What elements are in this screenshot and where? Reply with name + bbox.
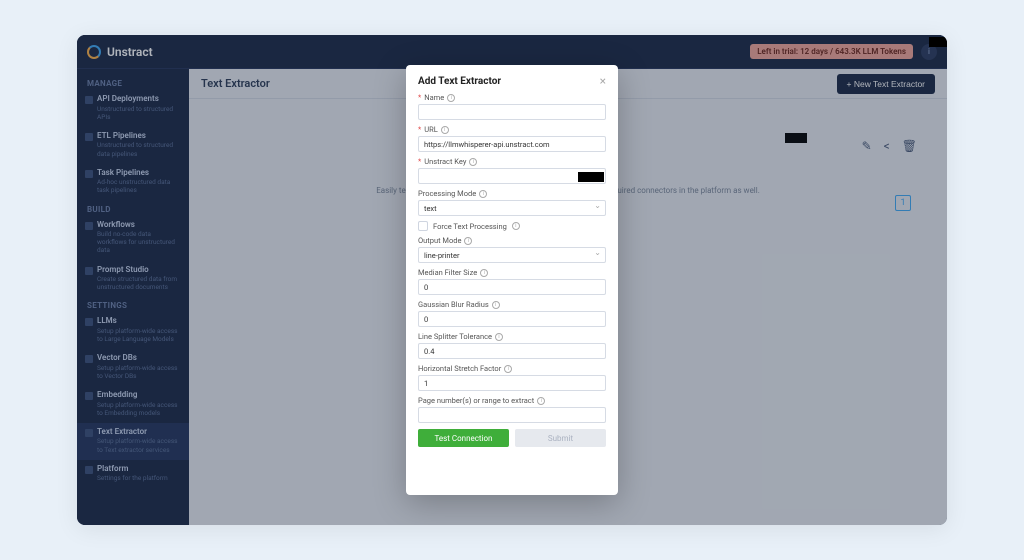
median-input[interactable] <box>418 279 606 295</box>
label: Name <box>424 93 444 102</box>
output-mode-select[interactable] <box>418 247 606 263</box>
info-icon[interactable]: i <box>441 126 449 134</box>
line-tolerance-input[interactable] <box>418 343 606 359</box>
test-connection-button[interactable]: Test Connection <box>418 429 509 447</box>
label: Output Mode <box>418 236 461 245</box>
info-icon[interactable]: i <box>479 190 487 198</box>
modal-head: Add Text Extractor × <box>418 75 606 87</box>
label: Gaussian Blur Radius <box>418 300 489 309</box>
submit-button: Submit <box>515 429 606 447</box>
hstretch-input[interactable] <box>418 375 606 391</box>
close-icon[interactable]: × <box>600 75 606 87</box>
url-input[interactable] <box>418 136 606 152</box>
gaussian-input[interactable] <box>418 311 606 327</box>
info-icon[interactable]: i <box>495 333 503 341</box>
redacted <box>929 37 947 47</box>
label: Force Text Processing <box>433 222 507 231</box>
redacted <box>578 172 604 182</box>
field-pages: Page number(s) or range to extracti <box>418 396 606 423</box>
processing-mode-select[interactable] <box>418 200 606 216</box>
force-text-checkbox[interactable] <box>418 221 428 231</box>
modal: Add Text Extractor × *Namei *URLi *Unstr… <box>406 65 618 495</box>
field-url: *URLi <box>418 125 606 152</box>
info-icon[interactable]: i <box>492 301 500 309</box>
field-hstretch: Horizontal Stretch Factori <box>418 364 606 391</box>
field-median: Median Filter Sizei <box>418 268 606 295</box>
app-frame: Unstract Left in trial: 12 days / 643.3K… <box>77 35 947 525</box>
info-icon[interactable]: i <box>469 158 477 166</box>
info-icon[interactable]: i <box>504 365 512 373</box>
field-force-text: Force Text Processing i <box>418 221 606 231</box>
field-processing-mode: Processing Modei <box>418 189 606 216</box>
label: Line Splitter Tolerance <box>418 332 492 341</box>
field-gaussian: Gaussian Blur Radiusi <box>418 300 606 327</box>
label: Unstract Key <box>424 157 466 166</box>
field-name: *Namei <box>418 93 606 120</box>
modal-title: Add Text Extractor <box>418 76 501 87</box>
modal-actions: Test Connection Submit <box>418 429 606 447</box>
name-input[interactable] <box>418 104 606 120</box>
info-icon[interactable]: i <box>537 397 545 405</box>
info-icon[interactable]: i <box>464 237 472 245</box>
field-line-tolerance: Line Splitter Tolerancei <box>418 332 606 359</box>
field-output-mode: Output Modei <box>418 236 606 263</box>
label: URL <box>424 125 438 134</box>
field-key: *Unstract Keyi <box>418 157 606 184</box>
info-icon[interactable]: i <box>480 269 488 277</box>
label: Page number(s) or range to extract <box>418 396 534 405</box>
label: Horizontal Stretch Factor <box>418 364 501 373</box>
label: Median Filter Size <box>418 268 477 277</box>
pages-input[interactable] <box>418 407 606 423</box>
info-icon[interactable]: i <box>512 222 520 230</box>
modal-overlay: Add Text Extractor × *Namei *URLi *Unstr… <box>77 35 947 525</box>
info-icon[interactable]: i <box>447 94 455 102</box>
label: Processing Mode <box>418 189 476 198</box>
